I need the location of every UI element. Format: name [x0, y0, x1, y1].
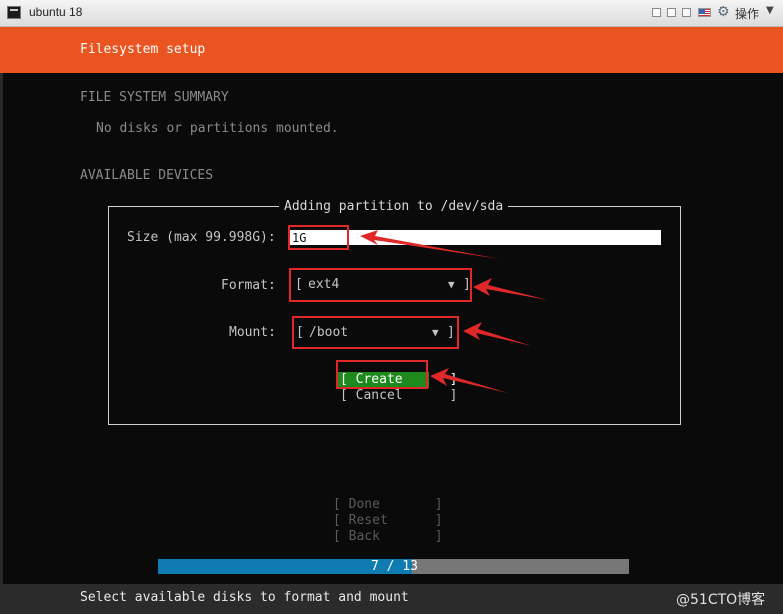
progress-text: 7 / 13: [371, 559, 418, 574]
footer-hint: Select available disks to format and mou…: [80, 590, 409, 605]
annotation-arrow-format: [473, 278, 548, 300]
back-button[interactable]: [ Back ]: [333, 529, 443, 545]
watermark: @51CTO博客: [676, 592, 766, 608]
reset-button[interactable]: [ Reset ]: [333, 513, 443, 529]
done-button[interactable]: [ Done ]: [333, 497, 443, 513]
annotation-arrow-size: [360, 230, 500, 259]
annotation-arrow-create: [430, 368, 508, 393]
annotation-arrow-mount: [463, 322, 532, 346]
